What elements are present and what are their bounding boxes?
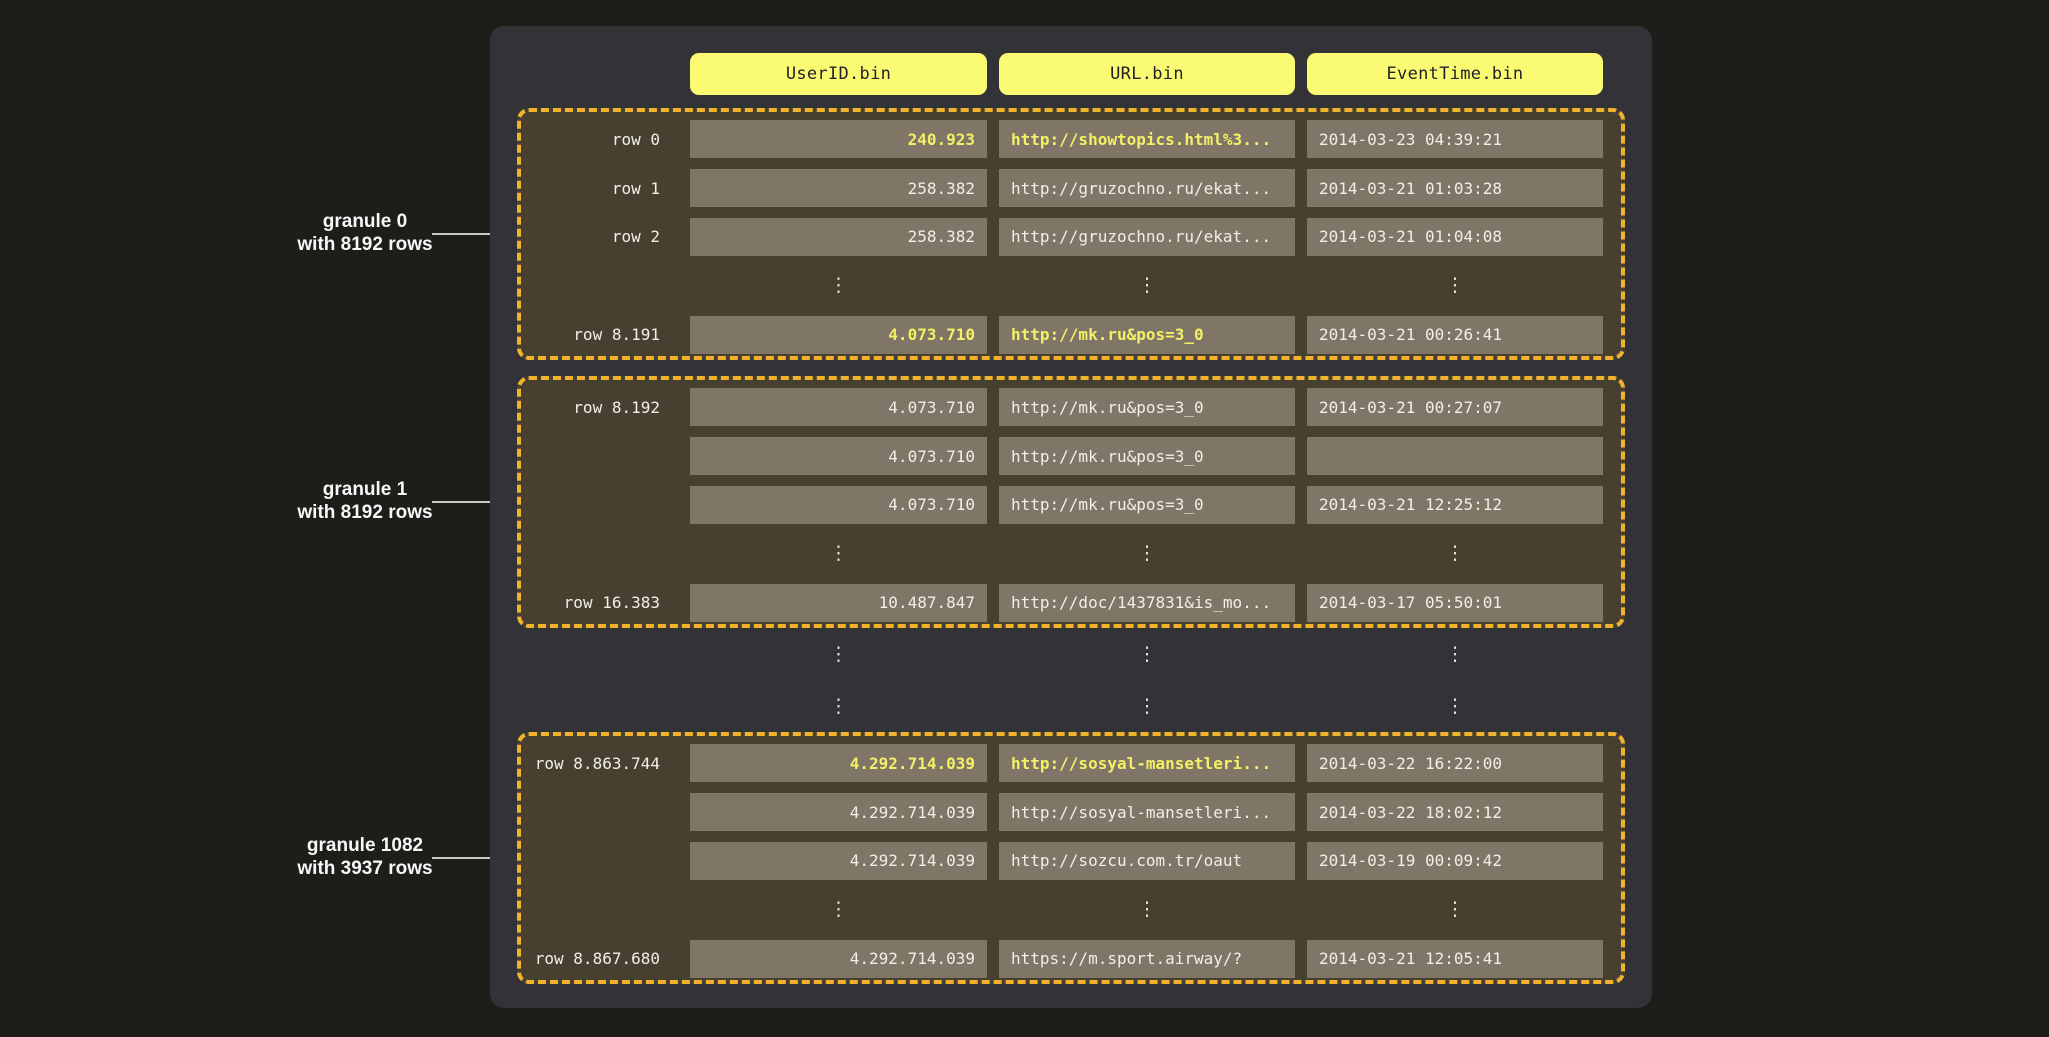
- table-row: row 2 258.382 http://gruzochno.ru/ekat... 2…: [521, 213, 1621, 262]
- table-row: 4.292.714.039 http://sozcu.com.tr/oaut 201…: [521, 837, 1621, 886]
- eventtime-cell: 2014-03-21 12:05:41: [1307, 940, 1603, 978]
- granule-label-subtitle: with 8192 rows: [235, 501, 495, 524]
- url-cell: http://doc/1437831&is_mo...: [999, 584, 1295, 622]
- eventtime-cell: 2014-03-22 18:02:12: [1307, 793, 1603, 831]
- granule-container: row 0 240.923 http://showtopics.html%3... 2…: [490, 108, 1652, 984]
- userid-cell: 4.292.714.039: [690, 744, 987, 782]
- eventtime-cell: 2014-03-22 16:22:00: [1307, 744, 1603, 782]
- table-row: 4.073.710 http://mk.ru&pos=3_0 2014-03-21 …: [521, 481, 1621, 530]
- ellipsis-row: ⋮ ⋮ ⋮: [521, 529, 1621, 578]
- table-row: row 8.867.680 4.292.714.039 https://m.spor…: [521, 934, 1621, 983]
- url-cell: http://mk.ru&pos=3_0: [999, 388, 1295, 426]
- userid-cell: 258.382: [690, 218, 987, 256]
- dots-ellipsis: ⋮: [1307, 276, 1603, 295]
- row-label: row 2: [521, 227, 678, 246]
- column-header-pill-url-bin: URL.bin: [999, 53, 1295, 95]
- userid-cell: 4.073.710: [690, 316, 987, 354]
- column-header-row: UserID.bin URL.bin EventTime.bin: [517, 53, 1652, 95]
- userid-cell: 4.073.710: [690, 437, 987, 475]
- column-header-pill-eventtime-bin: EventTime.bin: [1307, 53, 1603, 95]
- userid-cell: 4.292.714.039: [690, 940, 987, 978]
- granule-label-title: granule 0: [235, 210, 495, 233]
- table-row: 4.292.714.039 http://sosyal-mansetleri...…: [521, 788, 1621, 837]
- eventtime-cell: 2014-03-21 01:04:08: [1307, 218, 1603, 256]
- dots-ellipsis: ⋮: [999, 900, 1295, 919]
- url-cell: https://m.sport.airway/?: [999, 940, 1295, 978]
- table-row: 4.073.710 http://mk.ru&pos=3_0: [521, 432, 1621, 481]
- granule-label-title: granule 1: [235, 478, 495, 501]
- eventtime-cell: 2014-03-21 00:27:07: [1307, 388, 1603, 426]
- row-label: row 8.192: [521, 398, 678, 417]
- eventtime-cell: 2014-03-21 12:25:12: [1307, 486, 1603, 524]
- url-cell: http://sosyal-mansetleri...: [999, 793, 1295, 831]
- column-header-pill-userid-bin: UserID.bin: [690, 53, 987, 95]
- table-row: row 8.863.744 4.292.714.039 http://sosyal-…: [521, 739, 1621, 788]
- header-spacer: [517, 53, 678, 95]
- granule-box-0: row 0 240.923 http://showtopics.html%3... 2…: [517, 108, 1625, 360]
- table-row: row 8.192 4.073.710 http://mk.ru&pos=3_0 20…: [521, 383, 1621, 432]
- eventtime-cell: [1307, 437, 1603, 475]
- granule-box-1: row 8.192 4.073.710 http://mk.ru&pos=3_0 20…: [517, 376, 1625, 628]
- ellipsis-row: ⋮ ⋮ ⋮: [521, 628, 1652, 680]
- userid-cell: 258.382: [690, 169, 987, 207]
- url-cell: http://sosyal-mansetleri...: [999, 744, 1295, 782]
- granule-label-title: granule 1082: [235, 834, 495, 857]
- table-row: row 1 258.382 http://gruzochno.ru/ekat... 2…: [521, 164, 1621, 213]
- eventtime-cell: 2014-03-21 01:03:28: [1307, 169, 1603, 207]
- granules-diagram: { "diagram": { "colors": { "page_bg": "#…: [0, 0, 2049, 1037]
- ellipsis-row: ⋮ ⋮ ⋮: [521, 885, 1621, 934]
- url-cell: http://gruzochno.ru/ekat...: [999, 169, 1295, 207]
- url-cell: http://sozcu.com.tr/oaut: [999, 842, 1295, 880]
- userid-cell: 4.073.710: [690, 388, 987, 426]
- dots-ellipsis: ⋮: [690, 276, 987, 295]
- eventtime-cell: 2014-03-23 04:39:21: [1307, 120, 1603, 158]
- userid-cell: 240.923: [690, 120, 987, 158]
- ellipsis-row: ⋮ ⋮ ⋮: [521, 261, 1621, 310]
- userid-cell: 4.292.714.039: [690, 793, 987, 831]
- dots-ellipsis: ⋮: [999, 697, 1295, 716]
- ellipsis-row: ⋮ ⋮ ⋮: [521, 680, 1652, 732]
- row-label: row 16.383: [521, 593, 678, 612]
- table-row: row 16.383 10.487.847 http://doc/1437831&i…: [521, 578, 1621, 627]
- row-label: row 8.867.680: [521, 949, 678, 968]
- dots-ellipsis: ⋮: [690, 900, 987, 919]
- eventtime-cell: 2014-03-19 00:09:42: [1307, 842, 1603, 880]
- dots-ellipsis: ⋮: [1307, 645, 1603, 664]
- userid-cell: 4.073.710: [690, 486, 987, 524]
- url-cell: http://mk.ru&pos=3_0: [999, 486, 1295, 524]
- url-cell: http://mk.ru&pos=3_0: [999, 316, 1295, 354]
- row-label: row 1: [521, 179, 678, 198]
- url-cell: http://showtopics.html%3...: [999, 120, 1295, 158]
- row-label: row 0: [521, 130, 678, 149]
- row-label: row 8.863.744: [521, 754, 678, 773]
- granule-label-subtitle: with 8192 rows: [235, 233, 495, 256]
- dots-ellipsis: ⋮: [690, 544, 987, 563]
- between-granules-ellipsis: ⋮ ⋮ ⋮ ⋮ ⋮ ⋮: [521, 628, 1652, 732]
- userid-cell: 4.292.714.039: [690, 842, 987, 880]
- dots-ellipsis: ⋮: [1307, 697, 1603, 716]
- dots-ellipsis: ⋮: [1307, 900, 1603, 919]
- eventtime-cell: 2014-03-21 00:26:41: [1307, 316, 1603, 354]
- eventtime-cell: 2014-03-17 05:50:01: [1307, 584, 1603, 622]
- data-part-panel: UserID.bin URL.bin EventTime.bin row 0 240.…: [490, 26, 1652, 1008]
- dots-ellipsis: ⋮: [999, 276, 1295, 295]
- dots-ellipsis: ⋮: [690, 697, 987, 716]
- dots-ellipsis: ⋮: [999, 544, 1295, 563]
- granule-label-subtitle: with 3937 rows: [235, 857, 495, 880]
- granule-box-2: row 8.863.744 4.292.714.039 http://sosyal-…: [517, 732, 1625, 984]
- url-cell: http://mk.ru&pos=3_0: [999, 437, 1295, 475]
- table-row: row 0 240.923 http://showtopics.html%3... 2…: [521, 115, 1621, 164]
- table-row: row 8.191 4.073.710 http://mk.ru&pos=3_0 20…: [521, 310, 1621, 359]
- dots-ellipsis: ⋮: [690, 645, 987, 664]
- dots-ellipsis: ⋮: [1307, 544, 1603, 563]
- userid-cell: 10.487.847: [690, 584, 987, 622]
- url-cell: http://gruzochno.ru/ekat...: [999, 218, 1295, 256]
- row-label: row 8.191: [521, 325, 678, 344]
- dots-ellipsis: ⋮: [999, 645, 1295, 664]
